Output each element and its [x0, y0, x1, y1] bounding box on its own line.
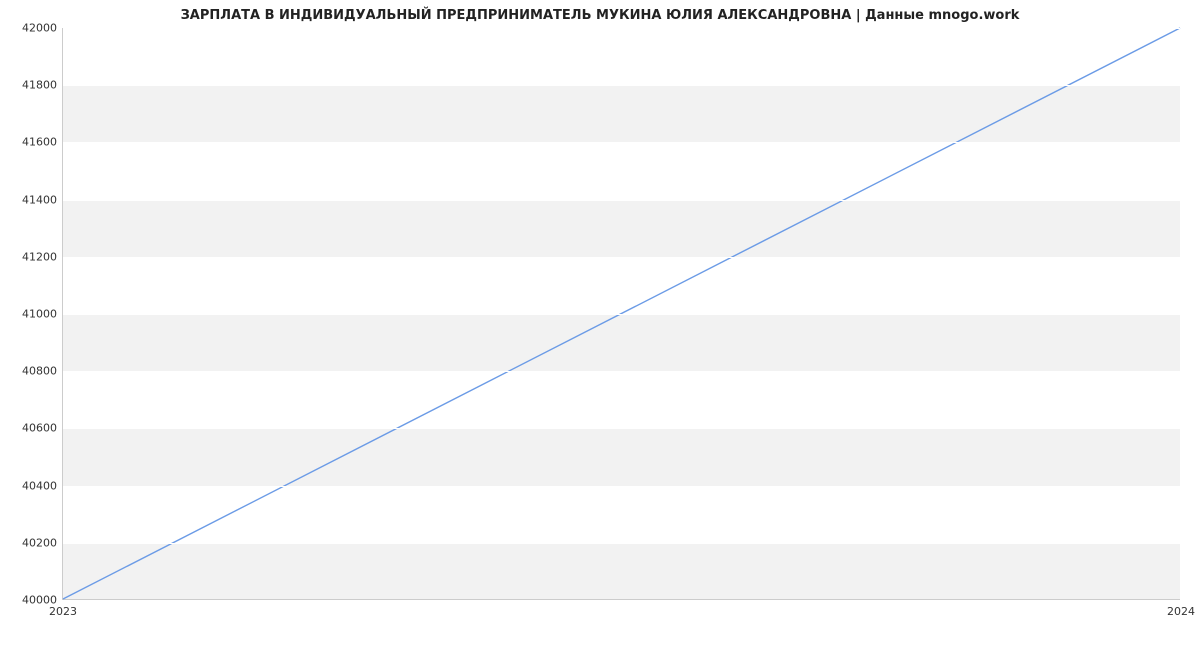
- y-tick-label: 41800: [22, 79, 63, 92]
- gridline: [63, 28, 1180, 29]
- gridline: [63, 371, 1180, 372]
- y-tick-label: 40600: [22, 422, 63, 435]
- y-tick-label: 41000: [22, 308, 63, 321]
- chart-title: ЗАРПЛАТА В ИНДИВИДУАЛЬНЫЙ ПРЕДПРИНИМАТЕЛ…: [0, 8, 1200, 23]
- gridline: [63, 257, 1180, 258]
- y-tick-label: 41400: [22, 193, 63, 206]
- chart-figure: ЗАРПЛАТА В ИНДИВИДУАЛЬНЫЙ ПРЕДПРИНИМАТЕЛ…: [0, 0, 1200, 650]
- gridline: [63, 600, 1180, 601]
- y-tick-label: 41600: [22, 136, 63, 149]
- plot-area: 4000040200404004060040800410004120041400…: [62, 28, 1180, 600]
- y-tick-label: 41200: [22, 250, 63, 263]
- y-tick-label: 40200: [22, 536, 63, 549]
- x-tick-label: 2024: [1167, 599, 1195, 618]
- gridline: [63, 200, 1180, 201]
- gridline: [63, 85, 1180, 86]
- x-tick-label: 2023: [49, 599, 77, 618]
- gridline: [63, 543, 1180, 544]
- gridline: [63, 142, 1180, 143]
- y-tick-label: 40400: [22, 479, 63, 492]
- y-tick-label: 40800: [22, 365, 63, 378]
- gridline: [63, 428, 1180, 429]
- y-tick-label: 42000: [22, 22, 63, 35]
- gridline: [63, 314, 1180, 315]
- gridline: [63, 486, 1180, 487]
